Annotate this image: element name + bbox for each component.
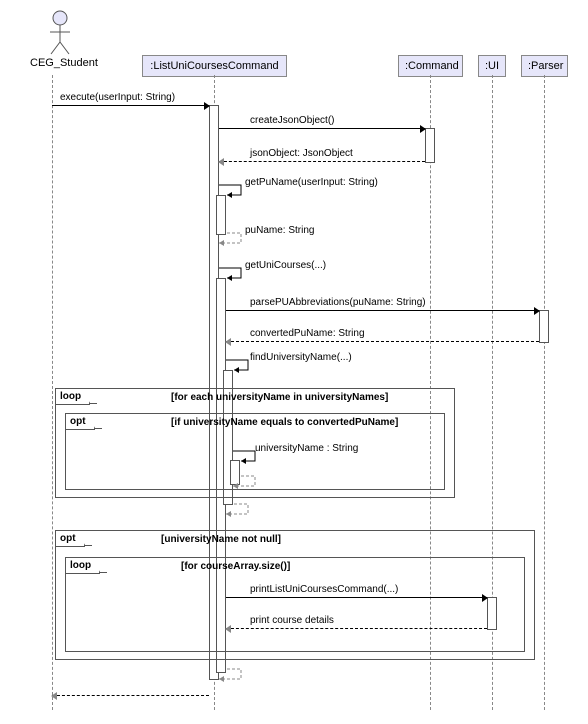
msg-printdetails-label: print course details — [250, 615, 334, 626]
frame-opt1-guard: [if universityName equals to convertedPu… — [171, 417, 398, 428]
msg-printlist-label: printListUniCoursesCommand(...) — [250, 584, 398, 595]
msg-printlist — [226, 597, 487, 598]
participant-parser: :Parser — [521, 55, 568, 77]
msg-punamereturn — [219, 231, 249, 247]
msg-parsepu-label: parsePUAbbreviations(puName: String) — [250, 297, 426, 308]
frame-loop1-guard: [for each universityName in universityNa… — [171, 392, 388, 403]
actor-ceg-student: CEG_Student — [30, 10, 90, 69]
msg-getunicourses — [219, 266, 249, 282]
frame-loop2-label: loop — [66, 558, 100, 574]
msg-parsepu — [226, 310, 539, 311]
lifeline-actor — [52, 75, 53, 710]
frame-loop2-guard: [for courseArray.size()] — [181, 561, 290, 572]
msg-createjson — [219, 128, 425, 129]
msg-convertedreturn — [226, 341, 539, 342]
msg-execute-label: execute(userInput: String) — [60, 92, 175, 103]
msg-finduni — [226, 358, 256, 374]
msg-jsonreturn-label: jsonObject: JsonObject — [250, 148, 353, 159]
activation-parser — [539, 310, 549, 343]
msg-convertedreturn-label: convertedPuName: String — [250, 328, 365, 339]
msg-finduni-return — [226, 502, 256, 518]
msg-getpuname — [219, 183, 249, 199]
actor-label: CEG_Student — [30, 57, 90, 69]
frame-opt2-guard: [universityName not null] — [161, 534, 281, 545]
participant-command: :Command — [398, 55, 463, 77]
msg-uninamereturn-selfout — [233, 474, 263, 490]
msg-execute — [52, 105, 209, 106]
msg-createjson-label: createJsonObject() — [250, 115, 334, 126]
msg-getunicourses-label: getUniCourses(...) — [245, 260, 326, 271]
activation-getpuname — [216, 195, 226, 235]
msg-uninamereturn-label: universityName : String — [255, 443, 358, 454]
participant-list-uni-courses-command: :ListUniCoursesCommand — [142, 55, 287, 77]
frame-loop1-label: loop — [56, 389, 90, 405]
frame-opt2-label: opt — [56, 531, 85, 547]
msg-jsonreturn — [219, 161, 425, 162]
msg-getpuname-label: getPuName(userInput: String) — [245, 177, 378, 188]
msg-final-return — [52, 695, 209, 696]
frame-opt1-label: opt — [66, 414, 95, 430]
lifeline-parser — [544, 75, 545, 710]
frame-loop2: loop [for courseArray.size()] — [65, 557, 525, 652]
msg-finduni-label: findUniversityName(...) — [250, 352, 352, 363]
msg-punamereturn-label: puName: String — [245, 225, 314, 236]
msg-uninamereturn-selfin — [233, 449, 263, 465]
actor-icon — [45, 10, 75, 55]
participant-ui: :UI — [478, 55, 506, 77]
activation-command — [425, 128, 435, 163]
msg-getunicourses-return — [219, 667, 249, 683]
msg-printdetails — [226, 628, 487, 629]
